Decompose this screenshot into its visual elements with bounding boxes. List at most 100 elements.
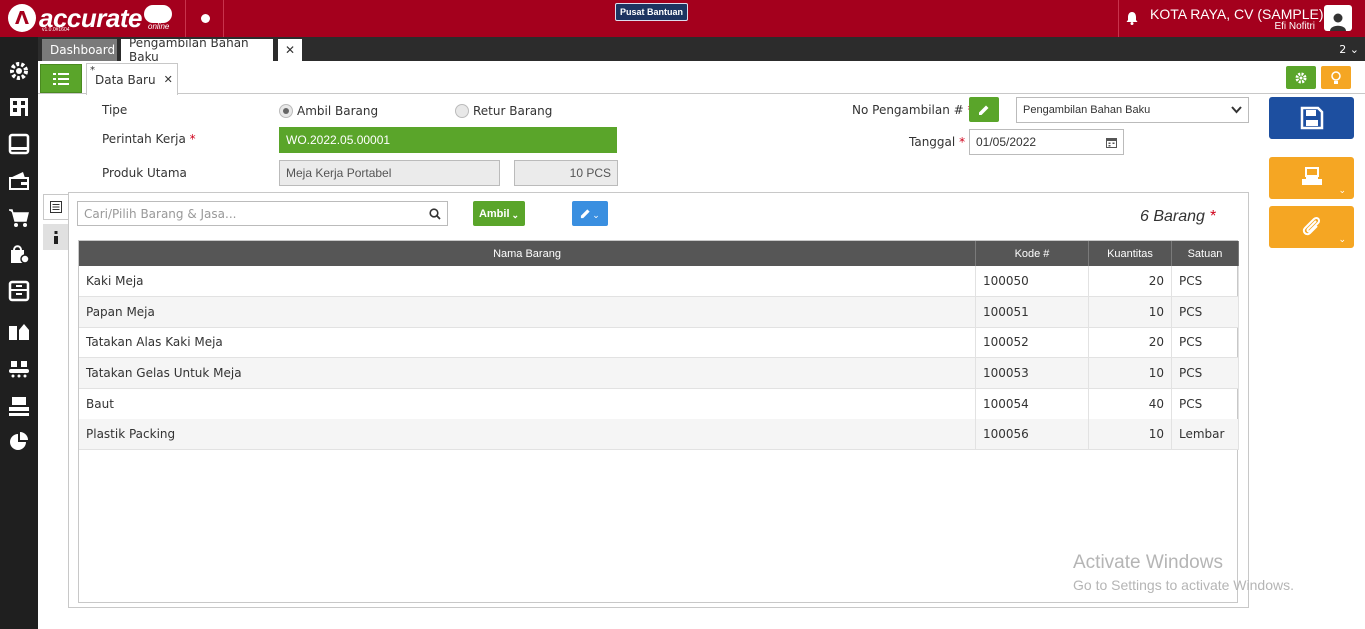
- company-name[interactable]: KOTA RAYA, CV (SAMPLE): [1150, 6, 1323, 22]
- help-center-button[interactable]: Pusat Bantuan: [615, 3, 688, 21]
- column-header-kode[interactable]: Kode #: [976, 241, 1089, 266]
- windows-activation-title: Activate Windows: [1073, 552, 1223, 573]
- table-row[interactable]: Baut 100054 40 PCS: [79, 389, 1239, 420]
- cell-nama-barang: Plastik Packing: [79, 419, 976, 449]
- cell-satuan: PCS: [1172, 297, 1239, 327]
- cell-kode: 100052: [976, 327, 1089, 357]
- produk-utama-label: Produk Utama: [102, 166, 187, 180]
- ambil-button[interactable]: Ambil ⌄: [473, 201, 525, 226]
- tax-icon[interactable]: [7, 394, 31, 418]
- ledger-book-icon[interactable]: [7, 132, 31, 156]
- record-dot-icon[interactable]: [201, 14, 210, 23]
- calendar-icon[interactable]: [1106, 137, 1117, 148]
- open-tabs-count[interactable]: 2 ⌄: [1339, 43, 1359, 56]
- company-building-icon[interactable]: [7, 95, 31, 119]
- save-button[interactable]: [1269, 97, 1354, 139]
- column-header-satuan[interactable]: Satuan: [1172, 241, 1239, 266]
- list-icon: [53, 72, 69, 85]
- close-data-baru-button[interactable]: ✕: [164, 73, 173, 86]
- cell-kuantitas: 10: [1089, 419, 1172, 449]
- table-row[interactable]: Tatakan Gelas Untuk Meja 100053 10 PCS: [79, 358, 1239, 389]
- cell-satuan: PCS: [1172, 266, 1239, 296]
- table-row[interactable]: Papan Meja 100051 10 PCS: [79, 297, 1239, 328]
- divider: [185, 0, 186, 37]
- document-tab-bar: * Data Baru ✕: [38, 61, 1365, 95]
- cell-kuantitas: 40: [1089, 389, 1172, 419]
- cell-satuan: PCS: [1172, 358, 1239, 388]
- floppy-disk-icon: [1300, 106, 1323, 130]
- cell-satuan: PCS: [1172, 389, 1239, 419]
- cell-nama-barang: Tatakan Alas Kaki Meja: [79, 327, 976, 357]
- cell-kuantitas: 20: [1089, 327, 1172, 357]
- cell-kuantitas: 10: [1089, 297, 1172, 327]
- radio-unselected-icon: [455, 104, 469, 118]
- divider: [1118, 0, 1119, 37]
- tanggal-value: 01/05/2022: [976, 135, 1037, 149]
- cell-nama-barang: Tatakan Gelas Untuk Meja: [79, 358, 976, 388]
- attachment-button[interactable]: ⌄: [1269, 206, 1354, 248]
- table-row[interactable]: Kaki Meja 100050 20 PCS: [79, 266, 1239, 297]
- settings-gear-icon[interactable]: [7, 59, 31, 83]
- paperclip-icon: [1302, 216, 1320, 236]
- lightbulb-icon: [1331, 70, 1341, 84]
- item-count: 6 Barang *: [1140, 208, 1216, 225]
- search-icon[interactable]: [429, 207, 441, 220]
- column-header-nama-barang[interactable]: Nama Barang: [79, 241, 976, 266]
- bell-icon[interactable]: [1125, 11, 1139, 25]
- no-pengambilan-select[interactable]: Pengambilan Bahan Baku: [1016, 97, 1249, 123]
- list-view-button[interactable]: [40, 64, 82, 93]
- cell-kode: 100050: [976, 266, 1089, 296]
- print-button[interactable]: ⌄: [1269, 157, 1354, 199]
- tab-data-baru[interactable]: * Data Baru ✕: [86, 63, 178, 95]
- close-tab-button[interactable]: ✕: [278, 39, 302, 61]
- radio-retur-barang[interactable]: Retur Barang: [455, 104, 552, 118]
- sidebar: [0, 37, 38, 629]
- perintah-kerja-field[interactable]: WO.2022.05.00001: [279, 127, 617, 153]
- edit-number-button[interactable]: [969, 97, 999, 122]
- tab-data-baru-label: Data Baru: [95, 72, 156, 87]
- radio-ambil-barang[interactable]: Ambil Barang: [279, 104, 378, 118]
- bulk-edit-button[interactable]: ⌄: [572, 201, 608, 226]
- produk-qty-field: 10 PCS: [514, 160, 618, 186]
- user-avatar-icon[interactable]: [1324, 5, 1352, 31]
- info-tab[interactable]: [43, 224, 68, 250]
- items-table: Nama Barang Kode # Kuantitas Satuan Kaki…: [78, 240, 1239, 603]
- detail-items-tab[interactable]: [43, 194, 68, 220]
- manufacturing-conveyor-icon[interactable]: [7, 356, 31, 380]
- tab-pengambilan-bahan-baku[interactable]: Pengambilan Bahan Baku: [121, 36, 273, 64]
- settings-button[interactable]: [1286, 66, 1316, 89]
- tab-dashboard[interactable]: Dashboard: [42, 39, 117, 61]
- report-pie-chart-icon[interactable]: [7, 430, 31, 454]
- user-name: Efi Nofitri: [1274, 21, 1315, 32]
- logo-mark-icon: Λ: [8, 4, 36, 32]
- chevron-down-icon: ⌄: [1338, 186, 1346, 196]
- inventory-box-icon[interactable]: [7, 279, 31, 303]
- tips-button[interactable]: [1321, 66, 1351, 89]
- cash-wallet-icon[interactable]: [7, 168, 31, 192]
- cell-kode: 100054: [976, 389, 1089, 419]
- ambil-label: Ambil: [478, 207, 510, 220]
- no-pengambilan-label: No Pengambilan # *: [852, 103, 974, 117]
- perintah-kerja-label: Perintah Kerja *: [102, 132, 196, 146]
- tipe-label: Tipe: [102, 103, 128, 117]
- item-search-input[interactable]: Cari/Pilih Barang & Jasa...: [77, 201, 448, 226]
- table-row[interactable]: Plastik Packing 100056 10 Lembar: [79, 419, 1239, 450]
- cell-nama-barang: Baut: [79, 389, 976, 419]
- brand-sub: online: [148, 22, 170, 31]
- sales-bag-icon[interactable]: [7, 242, 31, 266]
- fixed-asset-icon[interactable]: [7, 319, 31, 343]
- radio-selected-icon: [279, 104, 293, 118]
- produk-utama-field: Meja Kerja Portabel: [279, 160, 500, 186]
- chevron-down-icon: ⌄: [511, 210, 520, 220]
- cell-kuantitas: 10: [1089, 358, 1172, 388]
- tanggal-field[interactable]: 01/05/2022: [969, 129, 1124, 155]
- lines-icon: [50, 201, 62, 213]
- pencil-icon: [979, 105, 989, 115]
- table-row[interactable]: Tatakan Alas Kaki Meja 100052 20 PCS: [79, 327, 1239, 358]
- cell-nama-barang: Kaki Meja: [79, 266, 976, 296]
- cell-kode: 100051: [976, 297, 1089, 327]
- shopping-cart-icon[interactable]: [7, 206, 31, 230]
- chevron-down-icon: ⌄: [1338, 235, 1346, 245]
- app-version: v1.0.0#1604: [42, 27, 70, 33]
- column-header-kuantitas[interactable]: Kuantitas: [1089, 241, 1172, 266]
